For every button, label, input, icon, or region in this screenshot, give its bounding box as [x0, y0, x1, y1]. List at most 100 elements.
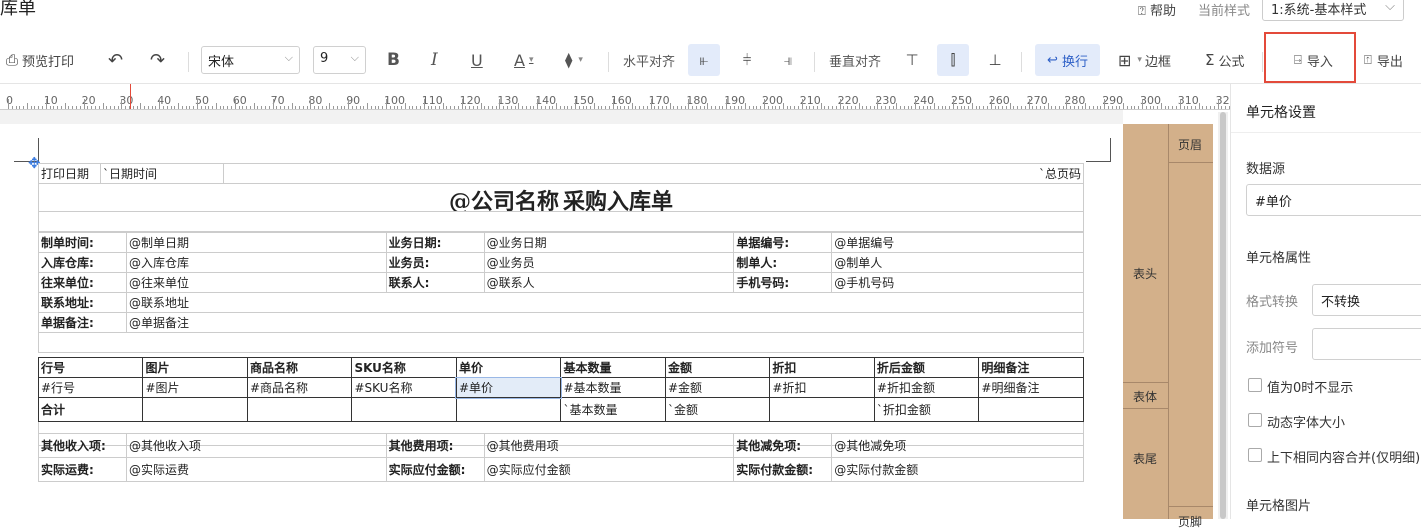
scrollbar-thumb[interactable]	[1220, 112, 1226, 519]
print-date-value[interactable]: `日期时间	[100, 163, 224, 184]
detail-cell[interactable]: #折扣	[769, 377, 875, 398]
info-label[interactable]: 单据编号:	[733, 232, 833, 253]
column-header[interactable]: 单价	[455, 357, 562, 378]
band-table-footer[interactable]: 表尾	[1133, 450, 1157, 467]
total-cell[interactable]	[351, 397, 457, 422]
band-page-footer[interactable]: 页脚	[1178, 513, 1202, 530]
zero-hide-checkbox[interactable]	[1248, 378, 1262, 392]
info-field[interactable]: @制单日期	[125, 232, 387, 253]
footer-field[interactable]: @其他费用项	[483, 433, 735, 458]
band-table-body[interactable]: 表体	[1133, 388, 1157, 405]
footer-label[interactable]: 其他费用项:	[385, 433, 485, 458]
info-label[interactable]: 单据备注:	[38, 312, 127, 333]
print-date-label[interactable]: 打印日期	[38, 163, 101, 184]
total-cell[interactable]: `折扣金额	[873, 397, 980, 422]
wrap-button[interactable]: ↩ 换行	[1035, 44, 1100, 76]
blank-row[interactable]	[38, 332, 1084, 353]
info-label[interactable]: 制单人:	[733, 252, 833, 273]
info-label[interactable]: 手机号码:	[733, 272, 833, 293]
footer-field[interactable]: @其他减免项	[831, 433, 1084, 458]
help-link[interactable]: ⍰ 帮助	[1138, 0, 1176, 19]
info-field[interactable]: @联系人	[483, 272, 735, 293]
symbol-input[interactable]	[1312, 328, 1421, 360]
column-header[interactable]: 金额	[664, 357, 771, 378]
detail-cell[interactable]: #SKU名称	[351, 377, 457, 398]
align-center-button[interactable]: ⫩	[737, 44, 757, 76]
export-button[interactable]: ⍐ 导出	[1364, 44, 1403, 76]
footer-field[interactable]: @实际运费	[125, 457, 387, 482]
align-top-button[interactable]: ⊤	[902, 44, 922, 76]
total-cell[interactable]	[978, 397, 1084, 422]
info-field[interactable]: @入库仓库	[125, 252, 387, 273]
info-label[interactable]: 入库仓库:	[38, 252, 127, 273]
fill-color-button[interactable]: ⧫ ▾	[565, 44, 583, 76]
merge-checkbox[interactable]	[1248, 448, 1262, 462]
align-bottom-button[interactable]: ⊥	[985, 44, 1005, 76]
column-header[interactable]: SKU名称	[351, 357, 457, 378]
font-color-button[interactable]: A ▾	[514, 44, 533, 76]
footer-label[interactable]: 其他收入项:	[38, 433, 127, 458]
footer-field[interactable]: @其他收入项	[125, 433, 387, 458]
redo-button[interactable]: ↷	[150, 44, 165, 76]
total-cell[interactable]	[246, 397, 353, 422]
footer-label[interactable]: 其他减免项:	[733, 433, 833, 458]
column-header[interactable]: 图片	[142, 357, 248, 378]
column-header[interactable]: 商品名称	[246, 357, 353, 378]
font-family-select[interactable]: 宋体 ⌵	[201, 46, 300, 74]
italic-button[interactable]: I	[431, 44, 438, 76]
total-cell[interactable]: `金额	[664, 397, 771, 422]
dynamic-font-checkbox[interactable]	[1248, 413, 1262, 427]
format-select[interactable]: 不转换	[1312, 284, 1421, 316]
info-field[interactable]: @业务日期	[483, 232, 735, 253]
band-page-header[interactable]: 页眉	[1178, 136, 1202, 153]
total-cell[interactable]	[142, 397, 248, 422]
band-table-header[interactable]: 表头	[1133, 265, 1157, 282]
footer-field[interactable]: @实际付款金额	[831, 457, 1084, 482]
info-label[interactable]: 往来单位:	[38, 272, 127, 293]
footer-label[interactable]: 实际运费:	[38, 457, 127, 482]
align-middle-button[interactable]: ⫿	[937, 44, 969, 76]
info-label[interactable]: 业务员:	[385, 252, 485, 273]
column-header[interactable]: 基本数量	[560, 357, 666, 378]
border-button[interactable]: ⊞ ▾ 边框	[1118, 44, 1171, 76]
detail-cell[interactable]: #明细备注	[978, 377, 1084, 398]
info-field[interactable]: @单据备注	[125, 312, 1085, 333]
preview-print-button[interactable]: ⎙ 预览打印	[6, 44, 74, 76]
info-label[interactable]: 联系地址:	[38, 292, 127, 313]
info-field[interactable]: @往来单位	[125, 272, 387, 293]
bold-button[interactable]: B	[387, 44, 400, 76]
column-header[interactable]: 明细备注	[978, 357, 1084, 378]
total-cell[interactable]	[769, 397, 875, 422]
info-field[interactable]: @制单人	[831, 252, 1084, 273]
info-field[interactable]: @联系地址	[125, 292, 1085, 313]
formula-button[interactable]: Σ 公式	[1205, 44, 1245, 76]
column-header[interactable]: 行号	[37, 357, 144, 378]
total-pages[interactable]: `总页码	[223, 163, 1084, 184]
style-select[interactable]: 1:系统-基本样式 ⌵	[1262, 0, 1404, 21]
align-right-button[interactable]: ⫣	[778, 44, 798, 76]
info-label[interactable]: 制单时间:	[38, 232, 127, 253]
detail-cell[interactable]: #商品名称	[246, 377, 353, 398]
font-size-select[interactable]: 9 ⌵	[313, 46, 366, 74]
info-label[interactable]: 业务日期:	[385, 232, 485, 253]
detail-cell[interactable]: #图片	[142, 377, 248, 398]
info-field[interactable]: @单据编号	[831, 232, 1084, 253]
align-left-button[interactable]: ⫦	[688, 44, 720, 76]
column-header[interactable]: 折扣	[769, 357, 875, 378]
total-cell[interactable]	[455, 397, 562, 422]
underline-button[interactable]: U	[471, 44, 483, 76]
total-label[interactable]: 合计	[37, 397, 144, 422]
detail-cell[interactable]: #行号	[37, 377, 144, 398]
info-field[interactable]: @业务员	[483, 252, 735, 273]
footer-label[interactable]: 实际付款金额:	[733, 457, 833, 482]
blank-row[interactable]	[38, 211, 1084, 232]
detail-cell[interactable]: #基本数量	[560, 377, 666, 398]
detail-cell[interactable]: #折扣金额	[873, 377, 980, 398]
vertical-scrollbar[interactable]	[1218, 112, 1228, 519]
datasource-input[interactable]: #单价	[1246, 184, 1421, 216]
total-cell[interactable]: `基本数量	[560, 397, 666, 422]
footer-field[interactable]: @实际应付金额	[483, 457, 735, 482]
info-field[interactable]: @手机号码	[831, 272, 1084, 293]
footer-label[interactable]: 实际应付金额:	[385, 457, 485, 482]
undo-button[interactable]: ↶	[108, 44, 123, 76]
